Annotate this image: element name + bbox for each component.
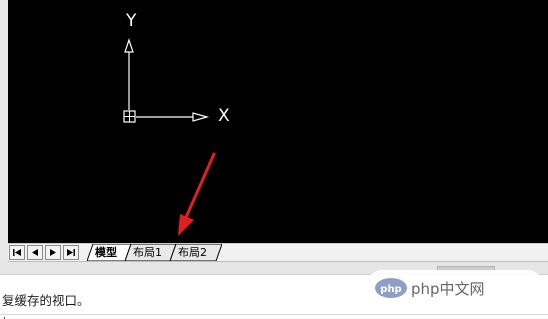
window-frame-left xyxy=(0,0,8,262)
php-logo-icon: php xyxy=(375,278,407,298)
tab-layout1-label: 布局1 xyxy=(133,246,162,259)
watermark-text: php中文网 xyxy=(411,280,485,298)
tab-layout2-label: 布局2 xyxy=(178,246,207,259)
ucs-x-arrowhead xyxy=(192,112,210,122)
previous-tab-button[interactable] xyxy=(27,245,43,260)
ucs-y-arrowhead xyxy=(124,38,134,53)
tab-model-label: 模型 xyxy=(95,246,117,259)
drawing-viewport[interactable]: Y X xyxy=(8,0,548,243)
layout-tab-bar: 模型 布局1 布局2 xyxy=(8,243,548,262)
last-tab-button[interactable] xyxy=(63,245,79,260)
previous-icon xyxy=(32,249,38,256)
tab-layout2[interactable]: 布局2 xyxy=(170,244,222,261)
last-icon xyxy=(67,249,75,256)
ucs-x-label: X xyxy=(218,106,230,126)
first-icon xyxy=(13,249,21,256)
command-separator xyxy=(0,314,548,315)
watermark-badge: php php中文网 xyxy=(365,270,545,306)
next-icon xyxy=(50,249,56,256)
tab-layout1[interactable]: 布局1 xyxy=(125,244,176,261)
command-history-line: 复缓存的视口。 xyxy=(2,293,90,308)
next-tab-button[interactable] xyxy=(45,245,61,260)
php-logo-text: php xyxy=(380,284,401,295)
ucs-y-label: Y xyxy=(126,11,137,31)
first-tab-button[interactable] xyxy=(9,245,25,260)
ucs-icon xyxy=(123,38,210,123)
